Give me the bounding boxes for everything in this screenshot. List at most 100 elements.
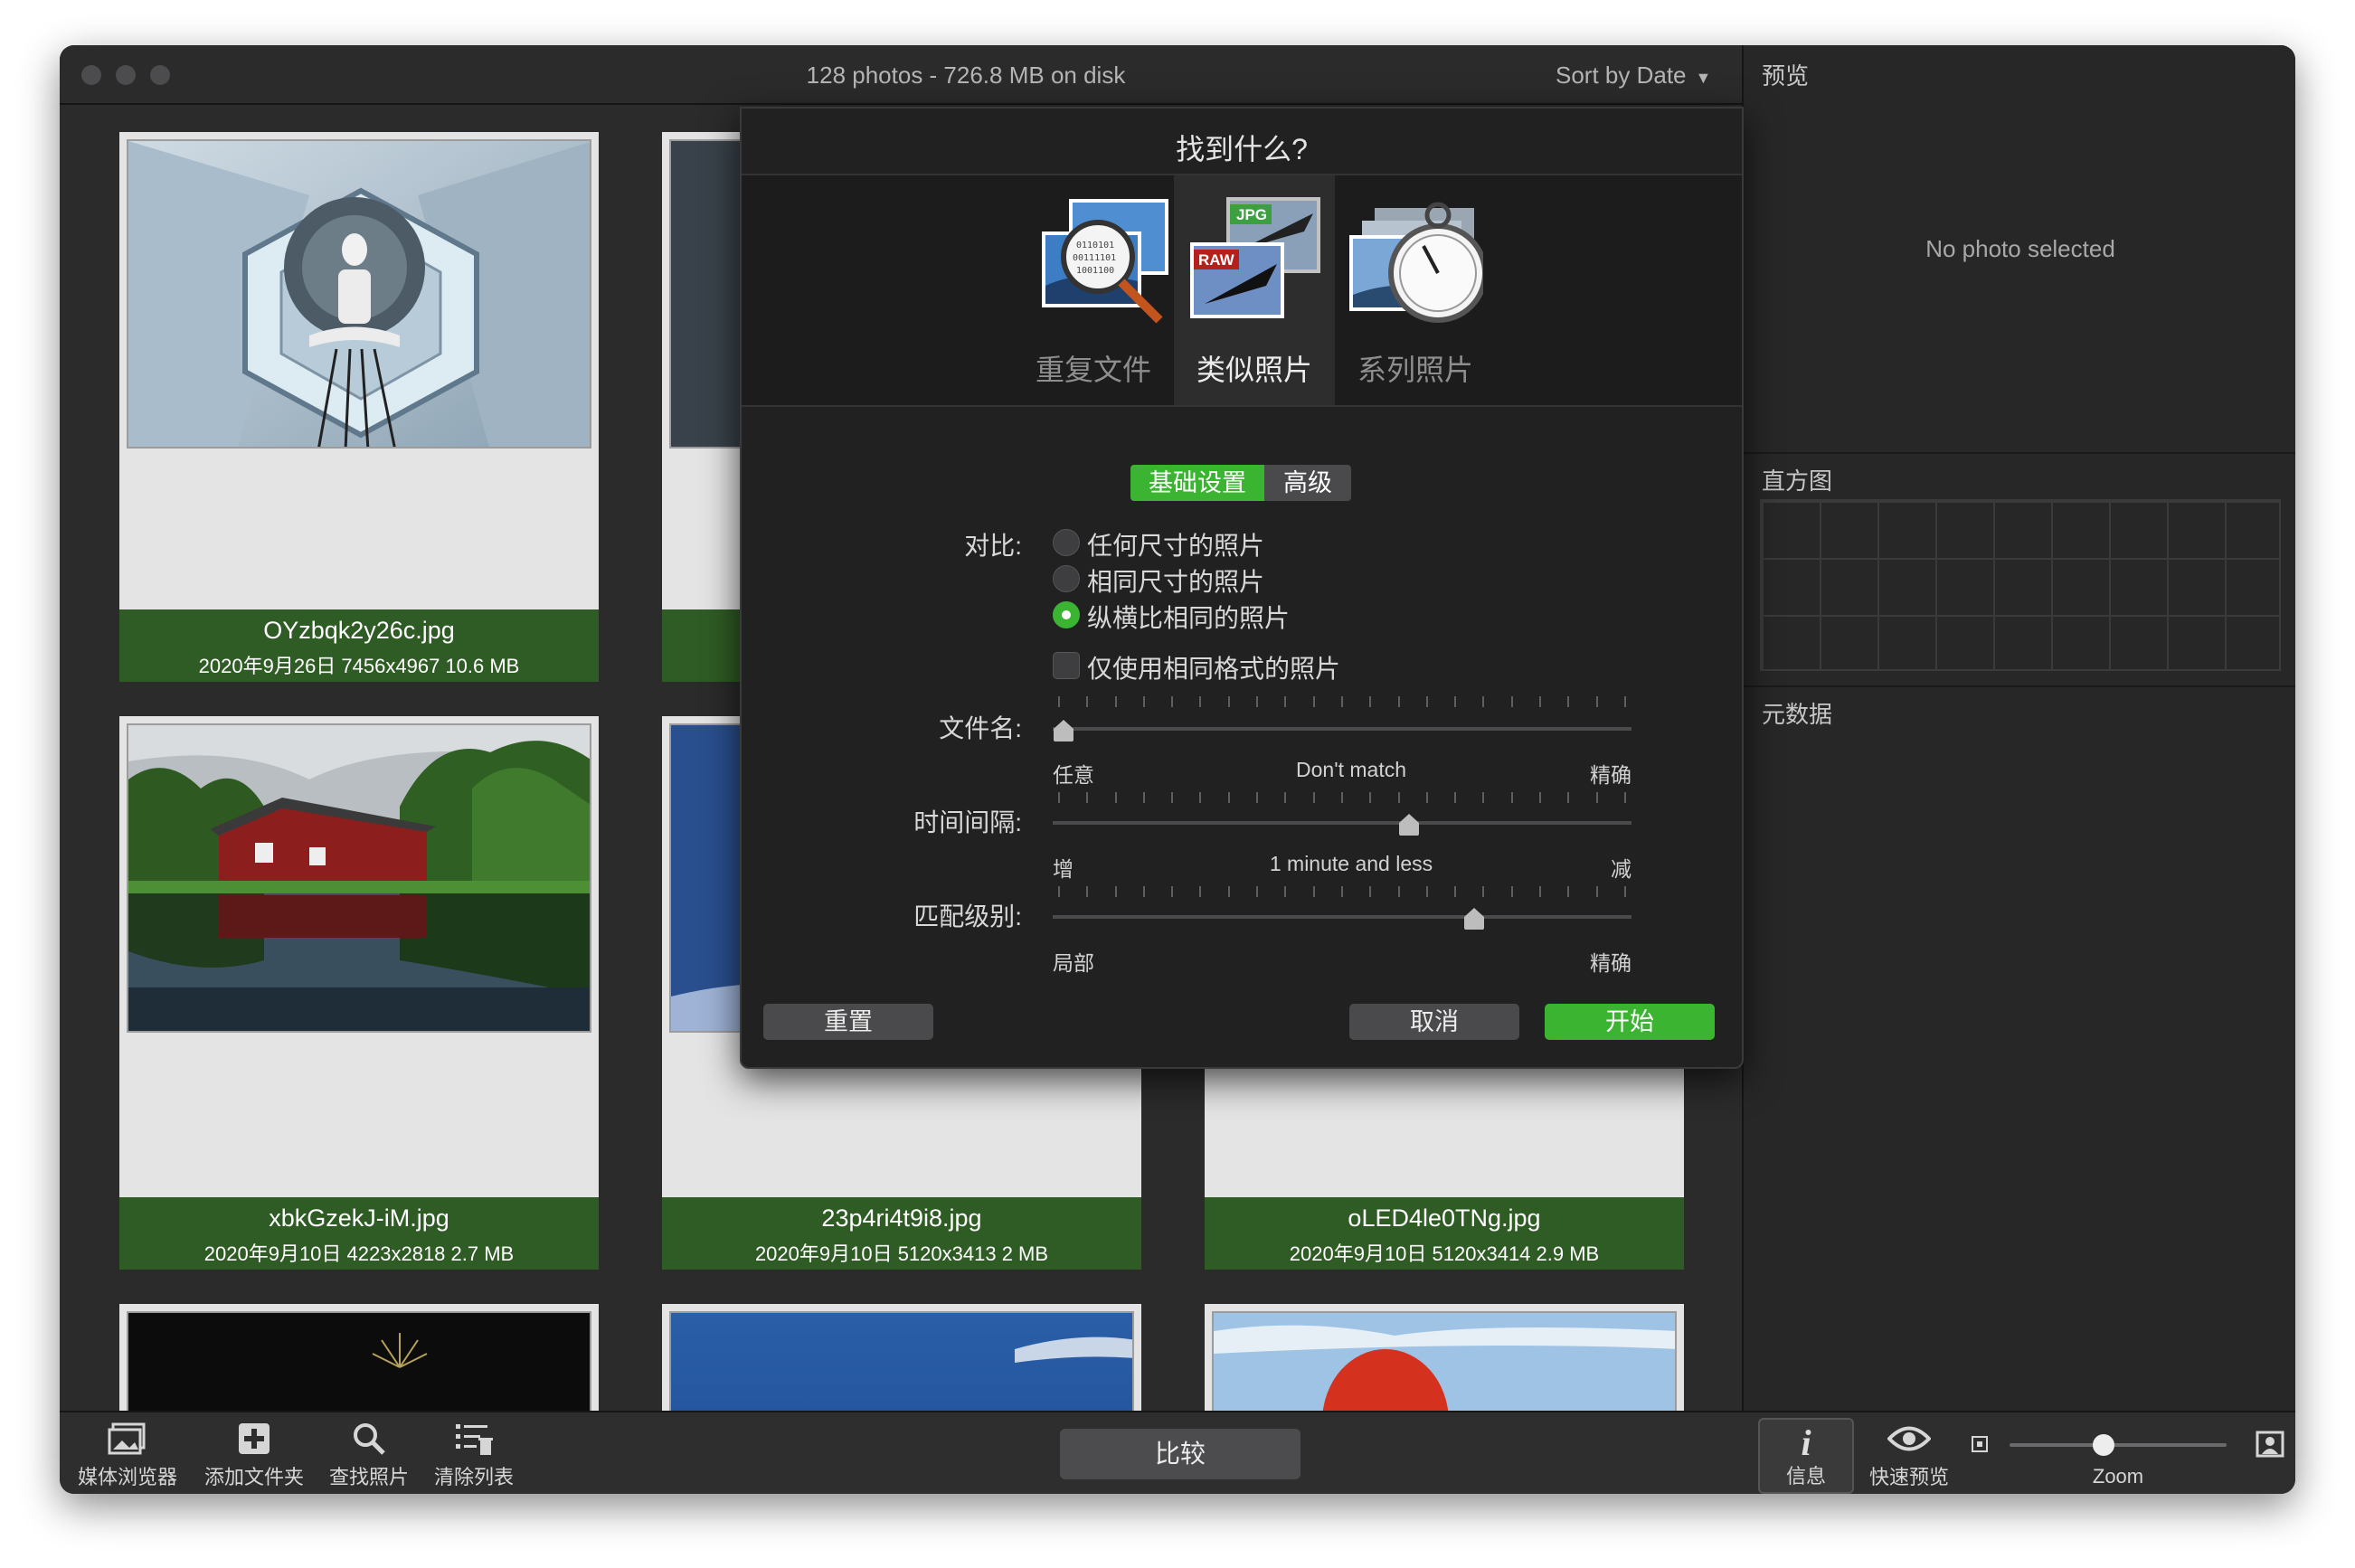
interval-max: 减: [1611, 857, 1631, 881]
svg-text:0110101: 0110101: [1076, 241, 1114, 250]
clear-list-label: 清除列表: [433, 1466, 514, 1488]
quick-look-button[interactable]: 快速预览: [1859, 1422, 1959, 1490]
photo-thumbnail: [669, 1311, 1134, 1411]
filename-min: 任意: [1053, 763, 1094, 787]
find-photos-button[interactable]: 查找照片: [324, 1422, 414, 1490]
search-icon: [351, 1421, 387, 1462]
interval-value: 1 minute and less: [1269, 852, 1433, 875]
zoom-in-icon[interactable]: [2256, 1431, 2284, 1462]
inspector-panel: 预览 No photo selected 直方图 元数据: [1742, 45, 2295, 1411]
bottom-toolbar: 媒体浏览器 添加文件夹 查找照片 清除列表 比较 i 信息 快速预览 Zoom: [60, 1411, 2295, 1494]
clear-list-icon: [454, 1421, 494, 1462]
photo-filename: 23p4ri4t9i8.jpg: [821, 1204, 982, 1232]
interval-slider[interactable]: [1053, 821, 1631, 825]
photo-card[interactable]: [1205, 1304, 1684, 1411]
zoom-window-button[interactable]: [150, 65, 170, 85]
photo-filename: oLED4le0TNg.jpg: [1348, 1204, 1541, 1232]
photo-thumbnail: [127, 139, 591, 449]
preview-title: 预览: [1762, 62, 1810, 90]
add-folder-label: 添加文件夹: [204, 1466, 305, 1488]
tab-advanced[interactable]: 高级: [1264, 465, 1351, 501]
radio-same-aspect-label: 纵横比相同的照片: [1087, 604, 1291, 632]
zoom-label: Zoom: [2092, 1465, 2144, 1488]
close-window-button[interactable]: [81, 65, 101, 85]
similar-photos-icon: JPG RAW: [1187, 195, 1322, 335]
start-button[interactable]: 开始: [1545, 1004, 1715, 1040]
photo-meta: 2020年9月26日 7456x4967 10.6 MB: [198, 655, 520, 677]
add-folder-button[interactable]: 添加文件夹: [204, 1422, 304, 1490]
photo-filename: OYzbqk2y26c.jpg: [263, 617, 455, 644]
mode-series[interactable]: 系列照片: [1335, 175, 1496, 405]
match-label: 匹配级别:: [913, 902, 1022, 930]
histogram-chart: [1760, 499, 2281, 671]
photo-card[interactable]: xbkGzekJ-iM.jpg 2020年9月10日 4223x2818 2.7…: [119, 716, 599, 1270]
radio-any-size[interactable]: [1053, 529, 1080, 556]
app-window: 128 photos - 726.8 MB on disk Sort by Da…: [60, 45, 2295, 1494]
divider: [1744, 452, 2295, 454]
photo-caption: 23p4ri4t9i8.jpg 2020年9月10日 5120x3413 2 M…: [662, 1197, 1141, 1270]
filename-max: 精确: [1590, 763, 1631, 787]
filename-ticks: [1058, 696, 1626, 707]
title-bar: 128 photos - 726.8 MB on disk Sort by Da…: [60, 45, 1742, 105]
info-label: 信息: [1785, 1465, 1826, 1488]
clear-list-button[interactable]: 清除列表: [429, 1422, 519, 1490]
stopwatch-icon: [1348, 195, 1488, 335]
radio-any-size-label: 任何尺寸的照片: [1087, 532, 1265, 560]
cancel-button[interactable]: 取消: [1349, 1004, 1519, 1040]
media-browser-label: 媒体浏览器: [78, 1466, 178, 1488]
dialog-title: 找到什么?: [1176, 133, 1308, 165]
mode-selector: 0110101 00111101 1001100 重复文件 JPG RAW 类似…: [742, 174, 1742, 407]
photo-caption: xbkGzekJ-iM.jpg 2020年9月10日 4223x2818 2.7…: [119, 1197, 599, 1270]
mode-similar[interactable]: JPG RAW 类似照片: [1174, 175, 1335, 405]
quick-look-label: 快速预览: [1868, 1466, 1949, 1488]
sort-dropdown[interactable]: Sort by Date ▼: [1556, 61, 1711, 90]
interval-min: 增: [1053, 857, 1073, 881]
photo-meta: 2020年9月10日 4223x2818 2.7 MB: [203, 1242, 515, 1265]
eye-icon: [1887, 1423, 1932, 1459]
mode-similar-label: 类似照片: [1196, 354, 1312, 386]
find-dialog: 找到什么? 0110101 00111101 1001100 重复文件 JPG …: [740, 107, 1744, 1069]
photo-thumbnail: [127, 1311, 591, 1411]
compare-button[interactable]: 比较: [1060, 1429, 1300, 1479]
photo-caption: oLED4le0TNg.jpg 2020年9月10日 5120x3414 2.9…: [1205, 1197, 1684, 1270]
sort-label: Sort by Date: [1556, 61, 1687, 89]
minimize-window-button[interactable]: [116, 65, 136, 85]
filename-slider[interactable]: [1053, 727, 1631, 731]
media-browser-button[interactable]: 媒体浏览器: [78, 1422, 177, 1490]
tab-basic[interactable]: 基础设置: [1130, 465, 1264, 501]
filename-label: 文件名:: [939, 714, 1022, 742]
mode-duplicates[interactable]: 0110101 00111101 1001100 重复文件: [1013, 175, 1174, 405]
photo-card[interactable]: [119, 1304, 599, 1411]
match-slider[interactable]: [1053, 915, 1631, 919]
svg-text:00111101: 00111101: [1073, 253, 1116, 263]
raw-badge: RAW: [1198, 251, 1235, 269]
zoom-slider-knob[interactable]: [2093, 1434, 2114, 1456]
metadata-title: 元数据: [1762, 701, 1833, 728]
photo-caption: OYzbqk2y26c.jpg 2020年9月26日 7456x4967 10.…: [119, 609, 599, 682]
photo-thumbnail: [1212, 1311, 1677, 1411]
zoom-slider-track[interactable]: [2010, 1443, 2227, 1447]
photo-card[interactable]: OYzbqk2y26c.jpg 2020年9月26日 7456x4967 10.…: [119, 132, 599, 682]
radio-same-size[interactable]: [1053, 565, 1080, 592]
match-ticks: [1058, 886, 1626, 897]
mode-duplicates-label: 重复文件: [1035, 354, 1151, 386]
photo-filename: xbkGzekJ-iM.jpg: [269, 1204, 449, 1232]
info-button[interactable]: i 信息: [1758, 1418, 1854, 1494]
checkbox-same-format[interactable]: [1053, 652, 1080, 679]
radio-same-size-label: 相同尺寸的照片: [1087, 568, 1265, 596]
photo-meta: 2020年9月10日 5120x3413 2 MB: [754, 1242, 1049, 1265]
zoom-out-icon[interactable]: [1972, 1436, 1988, 1457]
radio-same-aspect[interactable]: [1053, 601, 1080, 628]
svg-text:1001100: 1001100: [1076, 266, 1114, 276]
find-photos-label: 查找照片: [328, 1466, 409, 1488]
match-max: 精确: [1590, 951, 1631, 975]
photo-card[interactable]: [662, 1304, 1141, 1411]
window-title: 128 photos - 726.8 MB on disk: [806, 61, 1126, 89]
jpg-badge: JPG: [1236, 206, 1267, 223]
reset-button[interactable]: 重置: [763, 1004, 933, 1040]
filename-value: Don't match: [1296, 758, 1406, 781]
histogram-title: 直方图: [1762, 468, 1833, 495]
media-browser-icon: [108, 1421, 147, 1462]
chevron-down-icon: ▼: [1695, 69, 1712, 87]
info-icon: i: [1801, 1422, 1811, 1463]
